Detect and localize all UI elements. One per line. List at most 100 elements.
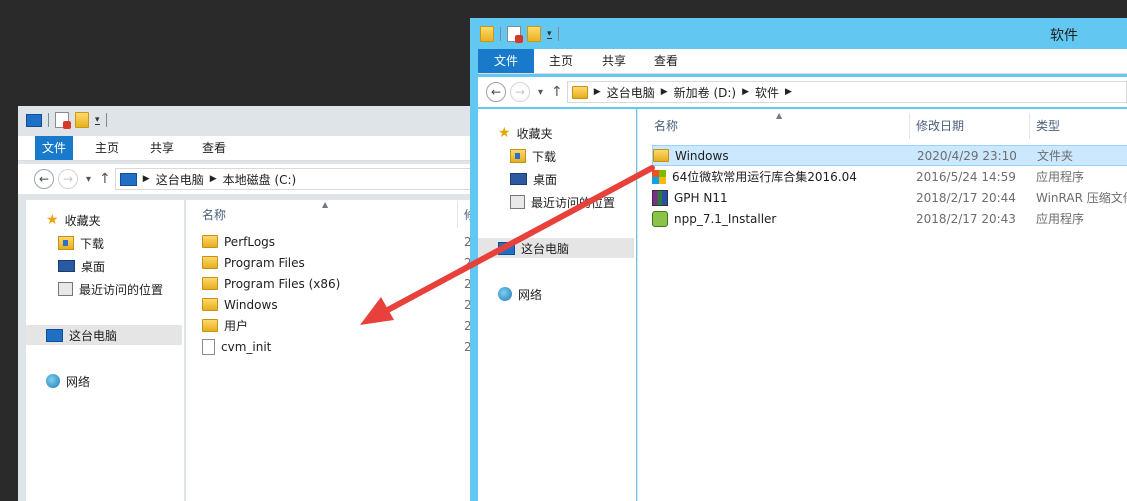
nav-label: 收藏夹 — [64, 213, 101, 228]
file-name: Windows — [224, 297, 278, 312]
breadcrumb-chevron-icon[interactable]: ▶ — [661, 87, 668, 97]
breadcrumb-this-pc[interactable]: 这台电脑 — [156, 171, 204, 188]
file-type: WinRAR 压缩文件 — [1036, 191, 1127, 205]
file-name: cvm_init — [221, 339, 272, 354]
list-item[interactable]: 用户 2 — [202, 315, 478, 336]
breadcrumb-chevron-icon[interactable]: ▶ — [785, 87, 792, 97]
list-item[interactable]: Program Files (x86) 2 — [202, 273, 478, 294]
recent-places-icon — [510, 195, 525, 209]
up-arrow-icon[interactable]: ↑ — [99, 171, 111, 187]
address-bar[interactable]: ▶ 这台电脑 ▶ 新加卷 (D:) ▶ 软件 ▶ — [566, 81, 1127, 103]
file-name: 用户 — [224, 319, 249, 333]
desktop-icon — [58, 260, 75, 272]
file-name: Program Files — [224, 255, 305, 270]
properties-icon[interactable] — [507, 26, 523, 43]
breadcrumb-this-pc[interactable]: 这台电脑 — [607, 84, 655, 101]
window-title: 软件 — [1050, 28, 1078, 44]
right-titlebar[interactable]: ▾ 软件 — [470, 18, 1127, 48]
new-folder-icon[interactable] — [527, 26, 541, 42]
computer-icon — [119, 172, 137, 186]
tab-view[interactable]: 查看 — [647, 49, 685, 73]
downloads-icon — [58, 236, 74, 250]
nav-desktop[interactable]: 桌面 — [510, 169, 557, 189]
list-item[interactable]: npp_7.1_Installer 2018/2/17 20:43 应用程序 — [652, 208, 1127, 229]
chevron-down-icon[interactable]: ▾ — [538, 87, 543, 98]
list-item[interactable]: PerfLogs 2 — [202, 231, 478, 252]
nav-recent[interactable]: 最近访问的位置 — [58, 279, 163, 299]
breadcrumb-chevron-icon[interactable]: ▶ — [143, 174, 150, 184]
forward-button[interactable]: → — [58, 169, 78, 189]
list-item[interactable]: Windows 2 — [202, 294, 478, 315]
back-button[interactable]: ← — [34, 169, 54, 189]
right-navigation-pane: ★ 收藏夹 下载 桌面 最近访问的位置 这台电脑 网络 — [478, 109, 636, 501]
list-item[interactable]: GPH N11 2018/2/17 20:44 WinRAR 压缩文件 — [652, 187, 1127, 208]
nav-this-pc[interactable]: 这台电脑 — [478, 238, 634, 258]
folder-icon — [202, 298, 218, 311]
nav-recent[interactable]: 最近访问的位置 — [510, 192, 615, 212]
tab-view[interactable]: 查看 — [195, 136, 233, 160]
list-item[interactable]: Windows 2020/4/29 23:10 文件夹 — [652, 145, 1127, 166]
up-arrow-icon[interactable]: ↑ — [551, 84, 563, 100]
file-name: 64位微软常用运行库合集2016.04 — [672, 170, 857, 184]
chevron-down-icon[interactable]: ▾ — [95, 115, 100, 125]
chevron-down-icon[interactable]: ▾ — [547, 29, 552, 39]
file-name: Program Files (x86) — [224, 276, 341, 291]
nav-network[interactable]: 网络 — [46, 371, 90, 391]
nav-label: 这台电脑 — [69, 328, 118, 343]
tab-share[interactable]: 共享 — [595, 49, 633, 73]
file-date: 2018/2/17 20:43 — [916, 211, 1016, 226]
nav-favorites[interactable]: ★ 收藏夹 — [46, 210, 101, 230]
nav-this-pc[interactable]: 这台电脑 — [26, 325, 182, 345]
back-button[interactable]: ← — [486, 82, 506, 102]
nav-desktop[interactable]: 桌面 — [58, 256, 105, 276]
star-icon: ★ — [46, 212, 59, 228]
tab-home[interactable]: 主页 — [88, 136, 126, 160]
chevron-down-icon[interactable]: ▾ — [86, 174, 91, 185]
left-titlebar[interactable]: ▾ — [18, 106, 478, 134]
file-name: npp_7.1_Installer — [674, 211, 777, 226]
list-item[interactable]: 64位微软常用运行库合集2016.04 2016/5/24 14:59 应用程序 — [652, 166, 1127, 187]
tab-share[interactable]: 共享 — [143, 136, 181, 160]
column-header-type[interactable]: 类型 — [1030, 113, 1127, 139]
nav-label: 下载 — [532, 149, 557, 164]
address-bar[interactable]: ▶ 这台电脑 ▶ 本地磁盘 (C:) — [114, 168, 478, 190]
folder-icon — [202, 277, 218, 290]
folder-icon — [653, 149, 669, 162]
properties-icon[interactable] — [55, 112, 71, 129]
folder-icon — [202, 235, 218, 248]
forward-button[interactable]: → — [510, 82, 530, 102]
tab-file[interactable]: 文件 — [478, 49, 534, 73]
breadcrumb-chevron-icon[interactable]: ▶ — [210, 174, 217, 184]
list-item[interactable]: cvm_init 2 — [202, 336, 478, 357]
breadcrumb-drive-d[interactable]: 新加卷 (D:) — [674, 84, 736, 101]
nav-favorites[interactable]: ★ 收藏夹 — [498, 123, 553, 143]
column-header-name[interactable]: 名称 — [648, 113, 910, 139]
computer-icon — [46, 328, 63, 342]
nav-label: 这台电脑 — [521, 241, 570, 256]
new-folder-icon[interactable] — [75, 112, 89, 128]
breadcrumb-drive-c[interactable]: 本地磁盘 (C:) — [223, 171, 297, 188]
breadcrumb-chevron-icon[interactable]: ▶ — [594, 87, 601, 97]
nav-label: 最近访问的位置 — [531, 195, 616, 210]
column-header-name[interactable]: 名称 — [196, 202, 458, 228]
nav-label: 下载 — [80, 236, 105, 251]
file-date: 2020/4/29 23:10 — [917, 148, 1017, 163]
nav-network[interactable]: 网络 — [498, 284, 542, 304]
winrar-archive-icon — [652, 189, 668, 206]
folder-icon — [571, 85, 588, 99]
tab-file[interactable]: 文件 — [35, 136, 73, 160]
file-type: 应用程序 — [1036, 170, 1085, 184]
folder-icon — [202, 319, 218, 332]
file-type: 文件夹 — [1037, 149, 1074, 163]
nav-label: 收藏夹 — [516, 126, 553, 141]
nav-downloads[interactable]: 下载 — [58, 233, 104, 253]
tab-home[interactable]: 主页 — [542, 49, 580, 73]
right-ribbon: 文件 主页 共享 查看 — [478, 49, 1127, 74]
breadcrumb-chevron-icon[interactable]: ▶ — [742, 87, 749, 97]
toolbar-separator — [48, 113, 49, 127]
list-item[interactable]: Program Files 2 — [202, 252, 478, 273]
breadcrumb-software[interactable]: 软件 — [755, 84, 779, 101]
nav-downloads[interactable]: 下载 — [510, 146, 556, 166]
file-type: 应用程序 — [1036, 212, 1085, 226]
column-header-date[interactable]: 修改日期 — [910, 113, 1030, 139]
